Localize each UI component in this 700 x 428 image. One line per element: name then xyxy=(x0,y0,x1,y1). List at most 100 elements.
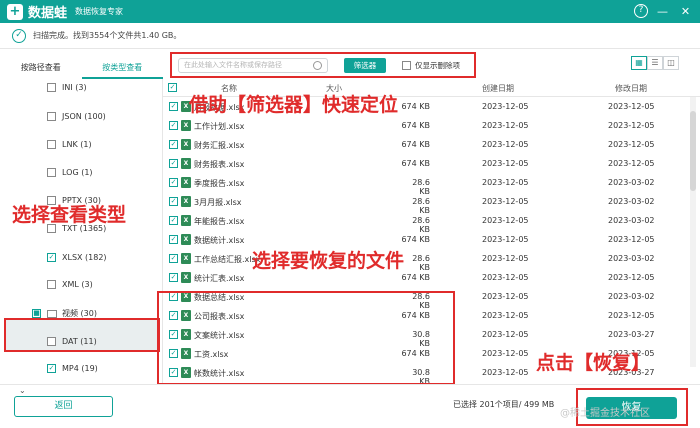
selection-summary: 已选择 201个项目/ 499 MB xyxy=(453,400,555,409)
file-modified: 2023-12-05 xyxy=(608,102,655,111)
row-checkbox[interactable]: ✓ xyxy=(169,254,178,263)
file-name: 季度报告.xlsx xyxy=(194,179,245,188)
file-name: 工作计划.xlsx xyxy=(194,122,245,131)
xlsx-file-icon: X xyxy=(181,272,191,283)
sidebar-item-dat[interactable]: DAT (11) xyxy=(47,337,97,346)
column-modified[interactable]: 修改日期 xyxy=(615,83,647,94)
close-button[interactable]: ✕ xyxy=(677,3,694,20)
sidebar-item-xlsx[interactable]: ✓ XLSX (182) xyxy=(47,253,107,262)
file-modified: 2023-12-05 xyxy=(608,235,655,244)
sidebar-item-label: LOG (1) xyxy=(62,168,93,177)
tab-by-type[interactable]: 按类型查看 xyxy=(81,59,163,79)
sidebar-item-log[interactable]: LOG (1) xyxy=(47,168,93,177)
check-circle-icon: ✓ xyxy=(12,28,26,43)
only-deleted-label: 仅显示删除项 xyxy=(415,60,460,70)
tab-by-path[interactable]: 按路径查看 xyxy=(0,59,82,79)
checkbox[interactable] xyxy=(47,168,56,177)
sidebar-item-json[interactable]: JSON (100) xyxy=(47,112,106,121)
row-checkbox[interactable]: ✓ xyxy=(169,102,178,111)
file-created: 2023-12-05 xyxy=(482,254,529,263)
table-row[interactable]: ✓ X 工作总结汇报.xlsx 28.6 KB 2023-12-05 2023-03-02 xyxy=(163,249,700,272)
xlsx-file-icon: X xyxy=(181,139,191,150)
row-checkbox[interactable]: ✓ xyxy=(169,140,178,149)
sidebar-item-label: 视频 (30) xyxy=(62,309,97,318)
sidebar-item-label: DAT (11) xyxy=(62,337,97,346)
file-created: 2023-12-05 xyxy=(482,235,529,244)
xlsx-file-icon: X xyxy=(181,120,191,131)
file-modified: 2023-03-02 xyxy=(608,216,655,225)
row-checkbox[interactable]: ✓ xyxy=(169,121,178,130)
row-checkbox[interactable]: ✓ xyxy=(169,216,178,225)
file-modified: 2023-03-27 xyxy=(608,330,655,339)
sidebar-item-label: XML (3) xyxy=(62,280,93,289)
search-input[interactable]: 在此处输入文件名称或保存路径 xyxy=(178,57,328,73)
checkbox[interactable]: ✓ xyxy=(47,364,56,373)
view-mode-buttons: ▦ ☰ ◫ xyxy=(631,56,679,70)
table-row[interactable]: ✓ X 财务报表.xlsx 674 KB 2023-12-05 2023-12-05 xyxy=(163,154,700,173)
row-checkbox[interactable]: ✓ xyxy=(169,159,178,168)
filter-button[interactable]: 筛选器 xyxy=(344,57,386,73)
only-deleted-checkbox[interactable] xyxy=(402,60,411,70)
file-name: 财务报表.xlsx xyxy=(194,160,245,169)
column-created[interactable]: 创建日期 xyxy=(482,83,514,94)
row-checkbox[interactable]: ✓ xyxy=(169,197,178,206)
file-created: 2023-12-05 xyxy=(482,140,529,149)
table-row[interactable]: ✓ X 年能报告.xlsx 28.6 KB 2023-12-05 2023-03-02 xyxy=(163,211,700,234)
sidebar-item-label: INI (3) xyxy=(62,83,87,92)
row-checkbox[interactable]: ✓ xyxy=(169,273,178,282)
file-created: 2023-12-05 xyxy=(482,121,529,130)
list-view-icon[interactable]: ☰ xyxy=(647,56,663,70)
back-button[interactable]: 返回 xyxy=(14,396,113,417)
sidebar-item-lnk[interactable]: LNK (1) xyxy=(47,140,92,149)
annotation-filter: 借助【筛选器】快速定位 xyxy=(189,94,399,116)
checkbox[interactable] xyxy=(47,337,56,346)
file-modified: 2023-03-02 xyxy=(608,254,655,263)
table-row[interactable]: ✓ X 数据统计.xlsx 674 KB 2023-12-05 2023-12-05 xyxy=(163,230,700,249)
only-deleted-toggle[interactable]: 仅显示删除项 xyxy=(402,60,460,71)
sidebar-item-ini[interactable]: INI (3) xyxy=(47,83,87,92)
table-scrollbar[interactable] xyxy=(690,97,696,367)
checkbox[interactable]: ✓ xyxy=(47,253,56,262)
select-all-checkbox[interactable]: ✓ xyxy=(168,83,177,92)
file-created: 2023-12-05 xyxy=(482,368,529,377)
checkbox[interactable] xyxy=(47,280,56,289)
file-name: 统计汇表.xlsx xyxy=(194,274,245,283)
file-created: 2023-12-05 xyxy=(482,159,529,168)
file-selection-highlight xyxy=(157,291,455,385)
table-row[interactable]: ✓ X 统计汇表.xlsx 674 KB 2023-12-05 2023-12-05 xyxy=(163,268,700,287)
table-row[interactable]: ✓ X 季度报告.xlsx 28.6 KB 2023-12-05 2023-03-02 xyxy=(163,173,700,196)
file-modified: 2023-12-05 xyxy=(608,140,655,149)
video-folder-icon xyxy=(47,309,57,318)
file-name: 3月月报.xlsx xyxy=(194,198,242,207)
grid-view-icon[interactable]: ▦ xyxy=(631,56,647,70)
row-checkbox[interactable]: ✓ xyxy=(169,178,178,187)
file-size: 674 KB xyxy=(401,159,430,168)
sidebar-item-mp4[interactable]: ✓ MP4 (19) xyxy=(47,364,98,373)
sidebar-item-video[interactable]: ■ 视频 (30) xyxy=(32,308,97,319)
table-row[interactable]: ✓ X 3月月报.xlsx 28.6 KB 2023-12-05 2023-03-02 xyxy=(163,192,700,215)
checkbox[interactable] xyxy=(47,83,56,92)
sidebar-item-xml[interactable]: XML (3) xyxy=(47,280,93,289)
table-row[interactable]: ✓ X 工作计划.xlsx 674 KB 2023-12-05 2023-12-05 xyxy=(163,116,700,135)
file-name: 年能报告.xlsx xyxy=(194,217,245,226)
minimize-button[interactable]: — xyxy=(654,3,671,20)
checkbox[interactable] xyxy=(47,140,56,149)
file-created: 2023-12-05 xyxy=(482,273,529,282)
scrollbar-thumb[interactable] xyxy=(690,111,696,191)
checkbox[interactable]: ■ xyxy=(32,309,41,318)
annotation-type: 选择查看类型 xyxy=(12,204,127,226)
file-created: 2023-12-05 xyxy=(482,102,529,111)
title-bar: + 数据蛙 数据恢复专家 ? — ✕ xyxy=(0,0,700,23)
detail-view-icon[interactable]: ◫ xyxy=(663,56,679,70)
search-icon[interactable] xyxy=(313,60,322,70)
file-modified: 2023-12-05 xyxy=(608,159,655,168)
help-button[interactable]: ? xyxy=(634,4,648,18)
xlsx-file-icon: X xyxy=(181,158,191,169)
app-subtitle: 数据恢复专家 xyxy=(75,7,124,16)
table-row[interactable]: ✓ X 财务汇报.xlsx 674 KB 2023-12-05 2023-12-05 xyxy=(163,135,700,154)
file-size: 674 KB xyxy=(401,121,430,130)
checkbox[interactable] xyxy=(47,112,56,121)
row-checkbox[interactable]: ✓ xyxy=(169,235,178,244)
scan-status-text: 扫描完成。找到3554个文件共1.40 GB。 xyxy=(33,31,182,40)
xlsx-file-icon: X xyxy=(181,234,191,245)
